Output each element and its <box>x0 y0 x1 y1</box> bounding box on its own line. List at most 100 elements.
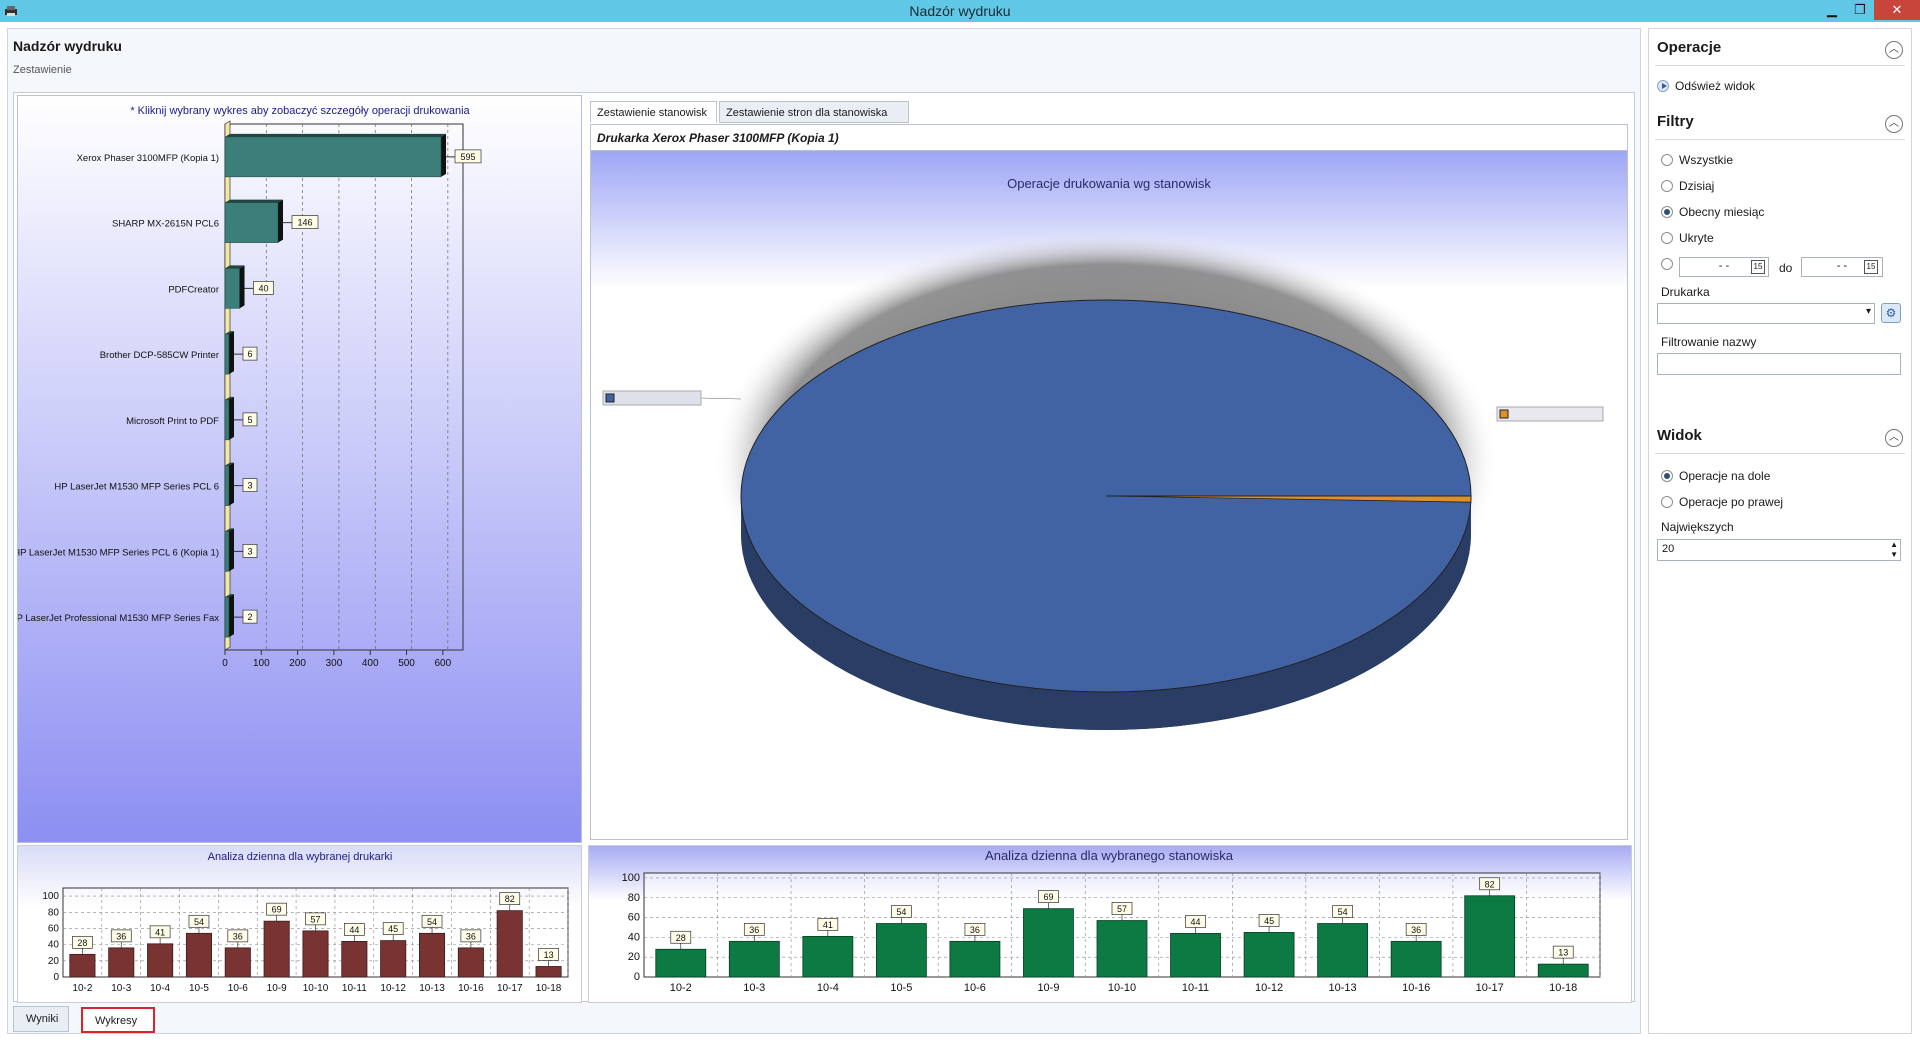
title-bar: Nadzór wydruku ▁ ❐ ✕ <box>0 0 1920 22</box>
x-tick-label: 10-6 <box>964 982 986 994</box>
tab-station-pages[interactable]: Zestawienie stron dla stanowiska <box>719 101 909 123</box>
bar <box>224 947 251 978</box>
filter-all-radio[interactable]: Wszystkie <box>1661 153 1733 167</box>
pie-chart-panel[interactable]: Operacje drukowania wg stanowisk <box>590 150 1628 840</box>
y-tick-label: 60 <box>628 912 640 924</box>
data-label: 2 <box>247 612 252 622</box>
bar <box>1023 908 1074 978</box>
filter-hidden-label: Ukryte <box>1679 231 1714 245</box>
printer-settings-icon[interactable]: ⚙ <box>1881 303 1901 323</box>
x-tick-label: 10-18 <box>536 983 562 994</box>
data-label: 44 <box>1191 917 1201 927</box>
data-label: 13 <box>1558 948 1568 958</box>
chart-title: Analiza dzienna dla wybranej drukarki <box>208 851 393 863</box>
minimize-button[interactable]: ▁ <box>1818 0 1846 20</box>
refresh-view-link[interactable]: Odśwież widok <box>1657 79 1755 93</box>
largest-stepper[interactable]: 20 ▲ ▼ <box>1657 539 1901 561</box>
maximize-button[interactable]: ❐ <box>1846 0 1874 20</box>
data-label: 28 <box>77 938 87 948</box>
data-label: 40 <box>259 283 269 293</box>
refresh-view-label: Odśwież widok <box>1675 79 1756 93</box>
x-tick-label: 10-4 <box>150 983 170 994</box>
spin-arrows-icon[interactable]: ▲ ▼ <box>1890 540 1898 560</box>
name-filter-input[interactable] <box>1657 353 1901 375</box>
data-label: 36 <box>749 925 759 935</box>
x-tick-label: 10-18 <box>1549 982 1577 994</box>
data-label: 82 <box>1485 879 1495 889</box>
printer-select[interactable]: ▾ <box>1657 303 1875 324</box>
chart-title: Analiza dzienna dla wybranego stanowiska <box>985 848 1234 863</box>
x-tick-label: 0 <box>222 658 228 669</box>
bar-side <box>441 133 447 177</box>
y-tick-label: 80 <box>48 907 60 918</box>
x-tick-label: 10-9 <box>267 983 287 994</box>
y-tick-label: 80 <box>628 892 640 904</box>
data-label: 6 <box>247 349 252 359</box>
collapse-view-icon[interactable]: ︿ <box>1885 429 1903 447</box>
tab-results[interactable]: Wyniki <box>13 1006 69 1032</box>
window-title: Nadzór wydruku <box>909 3 1011 19</box>
bar <box>302 930 329 978</box>
filter-month-label: Obecny miesiąc <box>1679 205 1765 219</box>
data-label: 28 <box>676 933 686 943</box>
bar-side <box>229 331 234 375</box>
station-pie-chart[interactable]: Operacje drukowania wg stanowisk <box>591 151 1627 839</box>
calendar-to-icon[interactable]: 15 <box>1864 260 1878 274</box>
x-tick-label: 10-11 <box>1182 982 1209 994</box>
printer-daily-chart-panel: Analiza dzienna dla wybranej drukarki 100… <box>17 845 582 1003</box>
data-label: 54 <box>427 917 437 927</box>
printer-daily-chart: Analiza dzienna dla wybranej drukarki 100… <box>42 851 569 994</box>
filter-range-radio[interactable] <box>1661 258 1679 270</box>
data-label: 69 <box>1043 892 1053 902</box>
bar-top <box>225 199 284 203</box>
data-label: 36 <box>466 931 476 941</box>
data-label: 36 <box>116 931 126 941</box>
data-label: 45 <box>1264 916 1274 926</box>
close-button[interactable]: ✕ <box>1874 0 1920 20</box>
bar <box>1537 963 1589 978</box>
bar <box>655 948 707 978</box>
bar <box>949 940 1001 978</box>
bar <box>147 943 174 978</box>
bar <box>69 953 96 978</box>
x-tick-label: 10-11 <box>342 983 367 994</box>
data-label: 36 <box>233 931 243 941</box>
calendar-from-icon[interactable]: 15 <box>1751 260 1765 274</box>
view-right-radio[interactable]: Operacje po prawej <box>1661 495 1783 509</box>
collapse-filters-icon[interactable]: ︿ <box>1885 115 1903 133</box>
x-tick-label: 10-13 <box>1329 982 1357 994</box>
x-tick-label: 10-10 <box>1108 982 1136 994</box>
y-tick-label: 0 <box>53 972 59 983</box>
tab-stations[interactable]: Zestawienie stanowisk <box>590 101 717 123</box>
x-tick-label: 10-13 <box>419 983 445 994</box>
collapse-operations-icon[interactable]: ︿ <box>1885 41 1903 59</box>
data-label: 69 <box>272 905 282 915</box>
printer-bar-chart-panel[interactable]: * Kliknij wybrany wykres aby zobaczyć sz… <box>10 95 582 843</box>
bar <box>108 947 135 978</box>
view-bottom-radio[interactable]: Operacje na dole <box>1661 469 1770 483</box>
legend-tag-left <box>602 390 702 406</box>
tab-charts[interactable]: Wykresy <box>81 1007 155 1033</box>
data-label: 57 <box>310 914 320 924</box>
filter-today-radio[interactable]: Dzisiaj <box>1661 179 1714 193</box>
station-daily-chart-panel: Analiza dzienna dla wybranego stanowiska… <box>588 845 1632 1003</box>
y-category-label: Brother DCP-585CW Printer <box>100 350 219 361</box>
x-tick-label: 200 <box>289 658 306 669</box>
section-title-operations: Operacje <box>1657 39 1722 56</box>
printer-label: Drukarka <box>1661 285 1710 299</box>
bar <box>341 941 368 978</box>
printer-bar-chart[interactable]: * Kliknij wybrany wykres aby zobaczyć sz… <box>10 96 581 842</box>
filter-month-radio[interactable]: Obecny miesiąc <box>1661 205 1764 219</box>
data-label: 45 <box>388 924 398 934</box>
x-tick-label: 10-2 <box>72 983 92 994</box>
x-tick-label: 10-3 <box>743 982 765 994</box>
page-title: Nadzór wydruku <box>13 38 122 54</box>
data-label: 146 <box>297 218 312 228</box>
view-bottom-label: Operacje na dole <box>1679 469 1771 483</box>
bar <box>457 947 484 978</box>
y-category-label: PDFCreator <box>168 284 219 295</box>
y-category-label: Xerox Phaser 3100MFP (Kopia 1) <box>77 153 219 164</box>
filter-hidden-radio[interactable]: Ukryte <box>1661 231 1714 245</box>
x-tick-label: 600 <box>435 658 452 669</box>
bar <box>224 202 279 243</box>
